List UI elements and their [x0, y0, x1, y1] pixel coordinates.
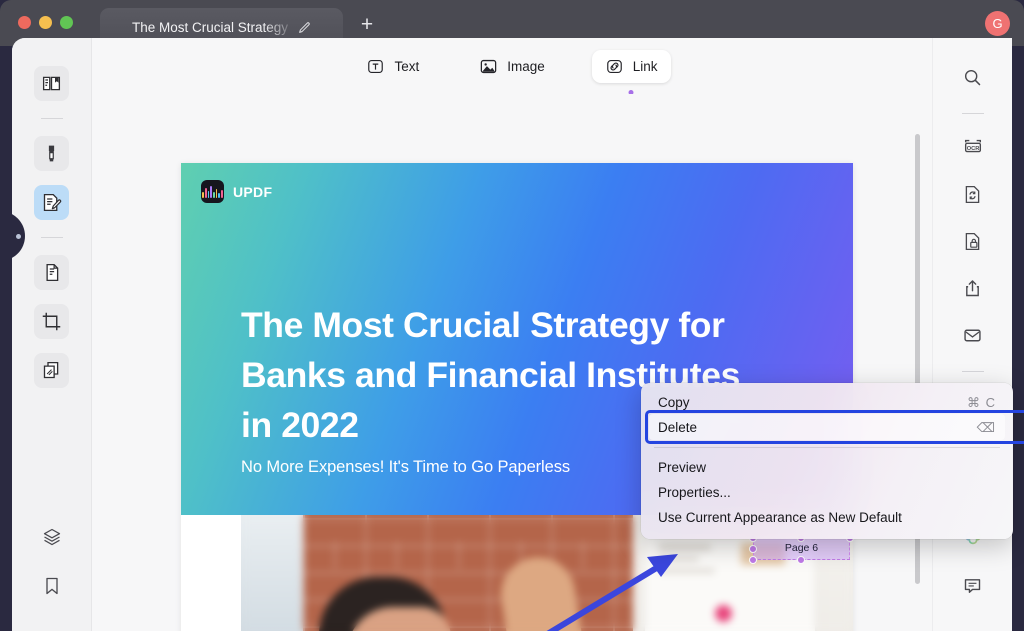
- context-menu-separator: [654, 447, 1000, 448]
- context-menu-item-copy[interactable]: Copy ⌘ C: [641, 390, 1013, 415]
- page-stack-icon: [46, 263, 59, 282]
- right-item-ocr[interactable]: OCR: [956, 130, 990, 164]
- document-canvas[interactable]: UPDF The Most Crucial Strategy for Banks…: [92, 94, 932, 631]
- maximize-window-button[interactable]: [60, 16, 73, 29]
- page-subtitle: No More Expenses! It's Time to Go Paperl…: [241, 458, 570, 476]
- collapse-handle-dot: [16, 233, 21, 239]
- resize-handle-ml[interactable]: [749, 545, 757, 553]
- updf-logo-text: UPDF: [233, 183, 273, 200]
- edit-toolbar: Text Image Link: [92, 38, 932, 95]
- minimize-window-button[interactable]: [39, 16, 52, 29]
- right-item-email[interactable]: [956, 318, 990, 352]
- share-upload-icon: [966, 279, 979, 296]
- highlighter-icon: [48, 145, 55, 162]
- document-lock-icon: [965, 232, 980, 250]
- context-menu-item-properties[interactable]: Properties...: [641, 480, 1013, 505]
- delete-hover-background: [649, 414, 1005, 440]
- ocr-icon: OCR: [964, 139, 981, 153]
- document-tab-title: The Most Crucial Strategy: [131, 19, 289, 35]
- right-sidebar: OCR: [932, 38, 1012, 631]
- resize-handle-bl[interactable]: [749, 556, 757, 564]
- traffic-lights: [18, 16, 73, 29]
- sidebar-item-batch-process[interactable]: [34, 353, 69, 388]
- updf-logo: UPDF: [201, 180, 272, 203]
- app-window: The Most Crucial Strategy + G Text Image…: [0, 0, 1024, 631]
- tool-text[interactable]: Text: [353, 50, 432, 83]
- tool-image[interactable]: Image: [466, 50, 558, 83]
- envelope-icon: [964, 329, 981, 341]
- window-body: Text Image Link UPDF The Most Crucial St…: [12, 38, 1012, 631]
- context-menu-item-copy-label: Copy: [658, 395, 690, 410]
- image-icon: [480, 59, 497, 73]
- tool-image-label: Image: [507, 58, 545, 74]
- bookmark-icon: [45, 577, 58, 594]
- context-menu-item-delete-shortcut: ⌫: [976, 419, 996, 435]
- avatar[interactable]: G: [985, 11, 1010, 36]
- sidebar-item-annotate[interactable]: [34, 136, 69, 171]
- context-menu[interactable]: Copy ⌘ C Delete ⌫ Preview Properties... …: [641, 383, 1024, 539]
- right-item-protect[interactable]: [956, 224, 990, 258]
- text-box-icon: [368, 59, 384, 73]
- context-menu-item-copy-shortcut: ⌘ C: [967, 394, 996, 410]
- book-open-icon: [42, 76, 61, 91]
- updf-logo-mark: [201, 180, 224, 203]
- tool-text-label: Text: [394, 58, 420, 74]
- convert-arrows-icon: [965, 185, 980, 203]
- resize-handle-bc[interactable]: [797, 556, 805, 564]
- crop-icon: [42, 312, 61, 331]
- left-sidebar-bottom: [34, 519, 69, 631]
- left-sidebar: [12, 38, 92, 631]
- context-menu-item-properties-label: Properties...: [658, 485, 731, 500]
- sidebar-divider-2: [40, 237, 63, 238]
- sidebar-item-crop-page[interactable]: [34, 304, 69, 339]
- sidebar-item-reader-view[interactable]: [34, 66, 69, 101]
- tool-link-label: Link: [632, 58, 658, 74]
- new-tab-button[interactable]: +: [356, 14, 378, 37]
- right-item-search[interactable]: [956, 60, 990, 94]
- sidebar-item-edit-pdf[interactable]: [34, 185, 69, 220]
- search-icon: [964, 69, 981, 85]
- pencil-icon[interactable]: [298, 21, 311, 34]
- comment-bubble-icon: [964, 578, 981, 593]
- link-chain-icon: [606, 59, 622, 73]
- right-divider: [961, 113, 984, 114]
- context-menu-item-preview[interactable]: Preview: [641, 455, 1013, 480]
- context-menu-item-delete[interactable]: Delete ⌫: [641, 410, 1024, 444]
- document-pencil-icon: [43, 193, 62, 212]
- layers-icon: [43, 528, 60, 545]
- right-divider-2: [961, 371, 984, 372]
- sidebar-item-bookmark[interactable]: [34, 568, 69, 603]
- context-menu-item-preview-label: Preview: [658, 460, 707, 475]
- sidebar-divider: [40, 118, 63, 119]
- close-window-button[interactable]: [18, 16, 31, 29]
- link-annotation-label: Page 6: [784, 542, 819, 554]
- sidebar-item-organize-pages[interactable]: [34, 255, 69, 290]
- right-item-comments[interactable]: [956, 568, 990, 602]
- context-menu-item-use-current-appearance[interactable]: Use Current Appearance as New Default: [641, 505, 1013, 530]
- tool-link[interactable]: Link: [591, 49, 671, 95]
- right-item-convert[interactable]: [956, 177, 990, 211]
- context-menu-item-use-current-appearance-label: Use Current Appearance as New Default: [658, 510, 902, 525]
- context-menu-item-delete-label: Delete: [658, 420, 698, 435]
- right-item-share[interactable]: [956, 271, 990, 305]
- copy-pages-icon: [43, 361, 59, 379]
- sidebar-item-layers[interactable]: [34, 519, 69, 554]
- svg-text:OCR: OCR: [966, 146, 979, 152]
